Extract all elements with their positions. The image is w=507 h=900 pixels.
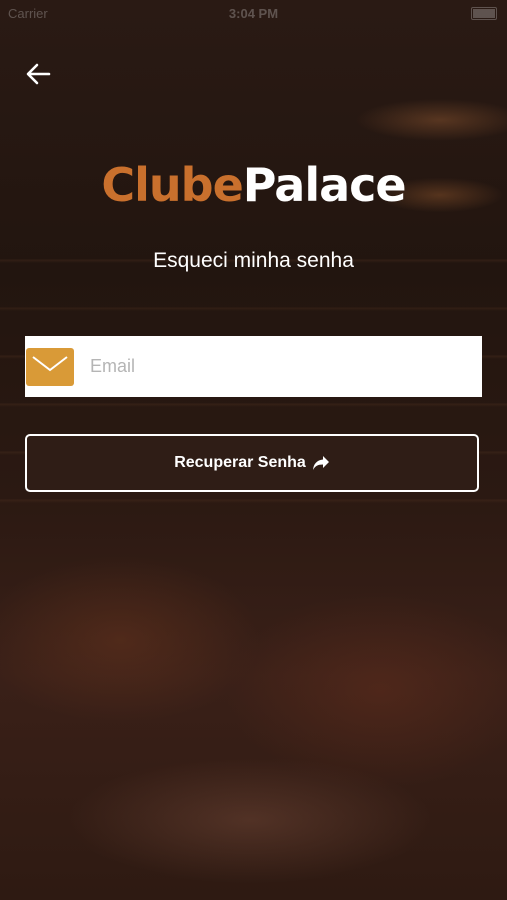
page-title: Esqueci minha senha: [153, 249, 354, 272]
clock-time: 3:04 PM: [228, 6, 279, 21]
status-bar: Carrier 3:04 PM: [0, 0, 507, 26]
email-input[interactable]: [88, 355, 482, 378]
share-arrow-icon: [312, 456, 329, 470]
logo-text-palace: Palace: [242, 158, 407, 212]
carrier-label: Carrier: [8, 6, 48, 21]
arrow-left-icon: [26, 63, 51, 85]
mail-icon: [26, 347, 74, 386]
email-field-row: [25, 336, 482, 397]
back-button[interactable]: [22, 58, 54, 90]
battery-icon: [471, 7, 497, 20]
logo-text-clube: Clube: [101, 158, 243, 212]
recover-password-button[interactable]: Recuperar Senha: [25, 434, 479, 492]
recover-password-label: Recuperar Senha: [174, 454, 306, 471]
app-logo: ClubePalace: [0, 158, 507, 212]
